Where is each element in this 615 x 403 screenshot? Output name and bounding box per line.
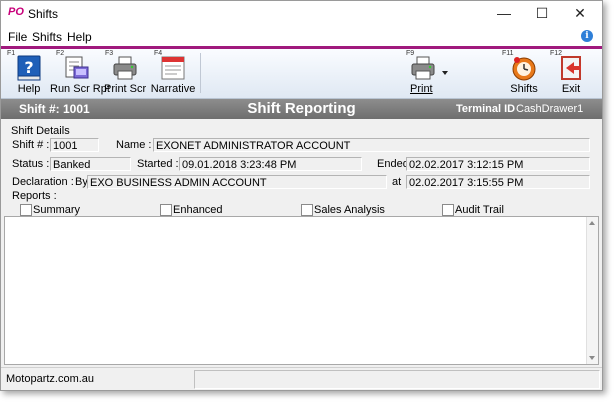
started-label: Started : bbox=[137, 158, 179, 170]
narrative-icon bbox=[161, 56, 185, 80]
menu-help[interactable]: Help bbox=[67, 30, 92, 44]
help-book-icon: ? bbox=[17, 55, 41, 81]
reports-label: Reports : bbox=[12, 190, 57, 202]
print-button[interactable]: F9 Print bbox=[404, 49, 450, 98]
scroll-down-icon[interactable] bbox=[589, 356, 595, 360]
status-label: Status : bbox=[12, 158, 50, 170]
shifts-button[interactable]: F11 Shifts bbox=[501, 49, 547, 98]
maximize-button[interactable]: ☐ bbox=[525, 1, 559, 26]
terminal-id-value: CashDrawer1 bbox=[516, 103, 584, 115]
ended-label: Ended bbox=[377, 158, 409, 170]
help-button[interactable]: F1 ? Help bbox=[7, 49, 49, 98]
window-title: Shifts bbox=[28, 7, 59, 21]
narrative-label: Narrative bbox=[150, 83, 196, 95]
shift-number-field[interactable]: 1001 bbox=[50, 138, 99, 152]
print-scr-label: Print Scr bbox=[104, 83, 147, 95]
enhanced-checkbox[interactable] bbox=[160, 204, 172, 216]
exit-button[interactable]: F12 Exit bbox=[549, 49, 593, 98]
name-label: Name : bbox=[116, 139, 152, 151]
declared-by-field[interactable]: EXO BUSINESS ADMIN ACCOUNT bbox=[87, 175, 387, 189]
shift-details-group-label: Shift Details bbox=[11, 125, 70, 137]
by-label: By bbox=[75, 176, 88, 188]
title-bar: PO Shifts — ☐ ✕ bbox=[1, 1, 602, 26]
status-panel bbox=[194, 370, 600, 389]
print-label: Print bbox=[410, 83, 433, 95]
menu-shifts[interactable]: Shifts bbox=[32, 30, 62, 44]
minimize-button[interactable]: — bbox=[487, 1, 521, 26]
menu-file[interactable]: File bbox=[8, 30, 27, 44]
declaration-label: Declaration : bbox=[12, 176, 74, 188]
toolbar-separator bbox=[200, 53, 201, 93]
shifts-window: PO Shifts — ☐ ✕ File Shifts Help i F1 ? … bbox=[0, 0, 603, 391]
printer-icon bbox=[411, 56, 435, 80]
terminal-id-label: Terminal ID bbox=[456, 103, 516, 115]
narrative-button[interactable]: F4 Narrative bbox=[150, 49, 196, 98]
audit-trail-checkbox[interactable] bbox=[442, 204, 454, 216]
summary-checkbox[interactable] bbox=[20, 204, 32, 216]
chevron-down-icon[interactable] bbox=[442, 71, 448, 75]
at-label: at bbox=[392, 176, 402, 188]
status-bar: Motopartz.com.au bbox=[1, 367, 602, 390]
summary-label: Summary bbox=[33, 204, 81, 216]
help-label: Help bbox=[17, 83, 41, 95]
run-scr-rpt-button[interactable]: F2 Run Scr Rpt bbox=[50, 49, 110, 98]
vertical-scrollbar[interactable] bbox=[586, 217, 598, 364]
app-logo: PO bbox=[8, 6, 24, 18]
status-text: Motopartz.com.au bbox=[6, 373, 95, 385]
exit-icon bbox=[561, 56, 581, 80]
info-icon[interactable]: i bbox=[581, 30, 593, 42]
declared-at-field[interactable]: 02.02.2017 3:15:55 PM bbox=[406, 175, 590, 189]
help-key: F1 bbox=[7, 50, 16, 57]
started-field[interactable]: 09.01.2018 3:23:48 PM bbox=[179, 157, 362, 171]
run-scr-rpt-label: Run Scr Rpt bbox=[50, 83, 110, 95]
audit-trail-label: Audit Trail bbox=[455, 204, 504, 216]
svg-text:?: ? bbox=[24, 58, 33, 77]
report-icon bbox=[65, 56, 89, 79]
report-content-area[interactable] bbox=[4, 216, 599, 365]
shift-number-label: Shift # : bbox=[12, 139, 50, 151]
toolbar: F1 ? Help F2 Run Scr Rpt F3 Print Scr F4… bbox=[1, 49, 602, 99]
clock-icon bbox=[512, 57, 536, 81]
banner-shift-number: Shift #: 1001 bbox=[19, 102, 90, 116]
exit-label: Exit bbox=[561, 83, 581, 95]
sales-analysis-checkbox[interactable] bbox=[301, 204, 313, 216]
scroll-up-icon[interactable] bbox=[589, 221, 595, 225]
sales-analysis-label: Sales Analysis bbox=[314, 204, 385, 216]
print-scr-button[interactable]: F3 Print Scr bbox=[104, 49, 146, 98]
printer-icon bbox=[113, 56, 137, 80]
status-field[interactable]: Banked bbox=[50, 157, 131, 171]
shifts-label: Shifts bbox=[510, 83, 538, 95]
shift-banner: Shift Reporting Shift #: 1001 Terminal I… bbox=[1, 99, 602, 119]
close-button[interactable]: ✕ bbox=[563, 1, 597, 26]
enhanced-label: Enhanced bbox=[173, 204, 223, 216]
menu-bar: File Shifts Help i bbox=[1, 26, 602, 46]
name-field[interactable]: EXONET ADMINISTRATOR ACCOUNT bbox=[153, 138, 590, 152]
ended-field[interactable]: 02.02.2017 3:12:15 PM bbox=[406, 157, 590, 171]
